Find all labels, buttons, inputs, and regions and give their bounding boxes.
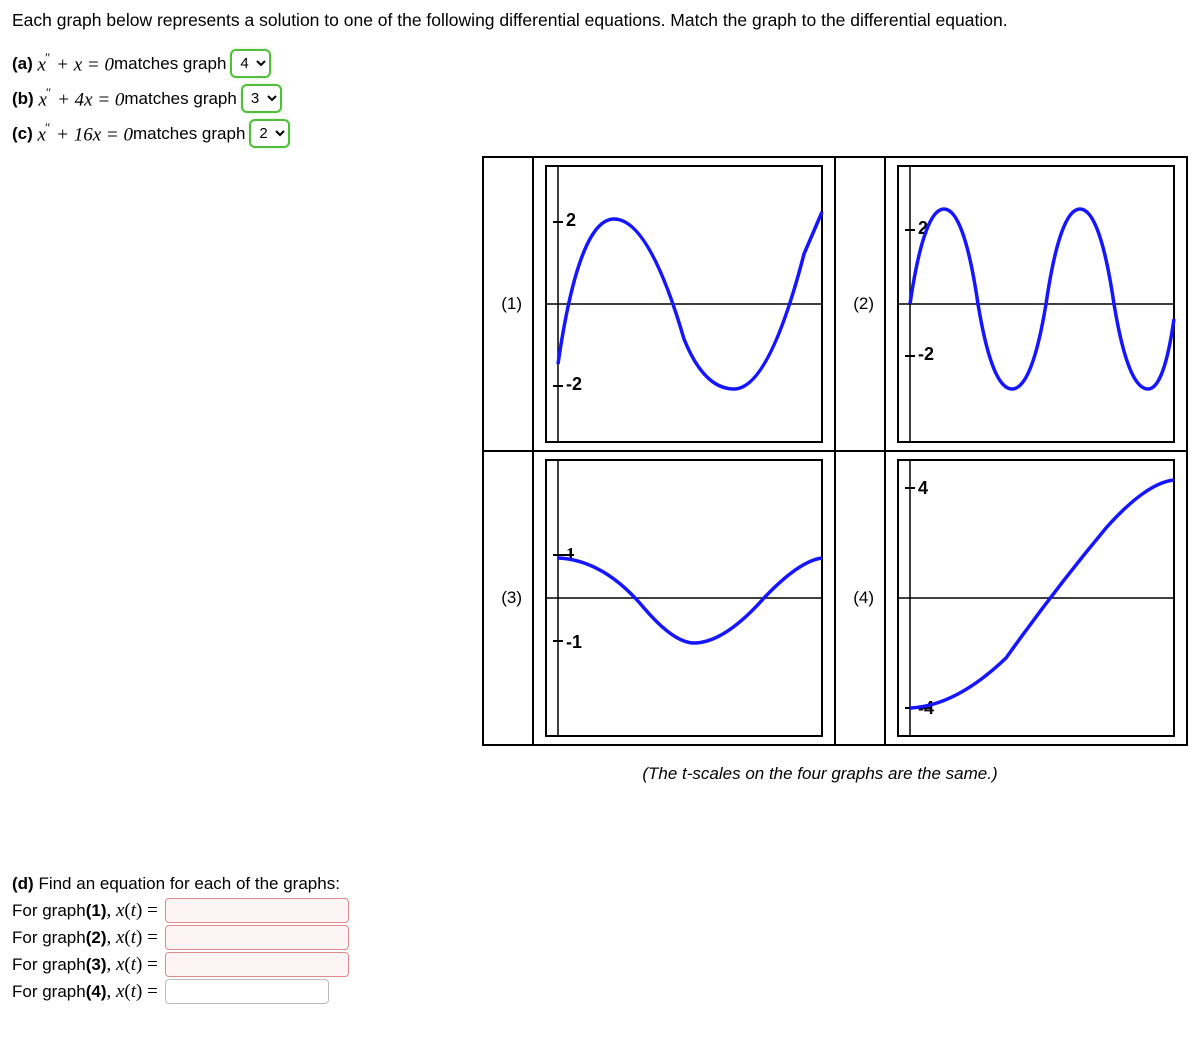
part-d-title-text: Find an equation for each of the graphs:	[34, 874, 340, 893]
graph-2-label: (2)	[835, 157, 885, 451]
part-b-label: (b)	[12, 89, 34, 109]
eq-b-rest: + 4x = 0	[52, 89, 124, 110]
g1-tick-bot: -2	[566, 374, 582, 394]
graph-3: 1 -1	[533, 451, 835, 745]
select-c[interactable]: 1234	[249, 119, 290, 148]
d4-bold: (4)	[86, 982, 107, 1002]
d1-bold: (1)	[86, 901, 107, 921]
part-c-label: (c)	[12, 124, 33, 144]
d3-pre: For graph	[12, 955, 86, 975]
select-a[interactable]: 1234	[230, 49, 271, 78]
graphs-table: (1) 2 -2 (2) 2 -2	[482, 156, 1188, 746]
graph-1: 2 -2	[533, 157, 835, 451]
part-a-label: (a)	[12, 54, 33, 74]
d2-pre: For graph	[12, 928, 86, 948]
g3-tick-bot: -1	[566, 632, 582, 652]
select-b[interactable]: 1234	[241, 84, 282, 113]
answer-2-input[interactable]	[165, 925, 349, 950]
d4-pre: For graph	[12, 982, 86, 1002]
part-b-tail: matches graph	[124, 89, 236, 109]
part-a-tail: matches graph	[114, 54, 226, 74]
g4-tick-top: 4	[918, 478, 928, 498]
d3-bold: (3)	[86, 955, 107, 975]
part-d-label: (d)	[12, 874, 34, 893]
eq-a-rest: + x = 0	[51, 54, 114, 75]
scale-note: (The t-scales on the four graphs are the…	[452, 764, 1188, 784]
answer-4-input[interactable]	[165, 979, 329, 1004]
part-d: (d) Find an equation for each of the gra…	[12, 874, 1188, 1004]
d1-pre: For graph	[12, 901, 86, 921]
question-intro: Each graph below represents a solution t…	[12, 10, 1188, 31]
part-b: (b) x″ + 4x = 0 matches graph 1234	[12, 84, 1188, 113]
graph-3-label: (3)	[483, 451, 533, 745]
graph-1-label: (1)	[483, 157, 533, 451]
answer-1-input[interactable]	[165, 898, 349, 923]
d2-bold: (2)	[86, 928, 107, 948]
part-c-tail: matches graph	[133, 124, 245, 144]
eq-c-rest: + 16x = 0	[51, 124, 133, 145]
part-c: (c) x″ + 16x = 0 matches graph 1234	[12, 119, 1188, 148]
answer-3-input[interactable]	[165, 952, 349, 977]
graph-4-label: (4)	[835, 451, 885, 745]
part-a: (a) x″ + x = 0 matches graph 1234	[12, 49, 1188, 78]
g2-tick-bot: -2	[918, 344, 934, 364]
graph-4: 4 -4	[885, 451, 1187, 745]
graph-2: 2 -2	[885, 157, 1187, 451]
g1-tick-top: 2	[566, 210, 576, 230]
